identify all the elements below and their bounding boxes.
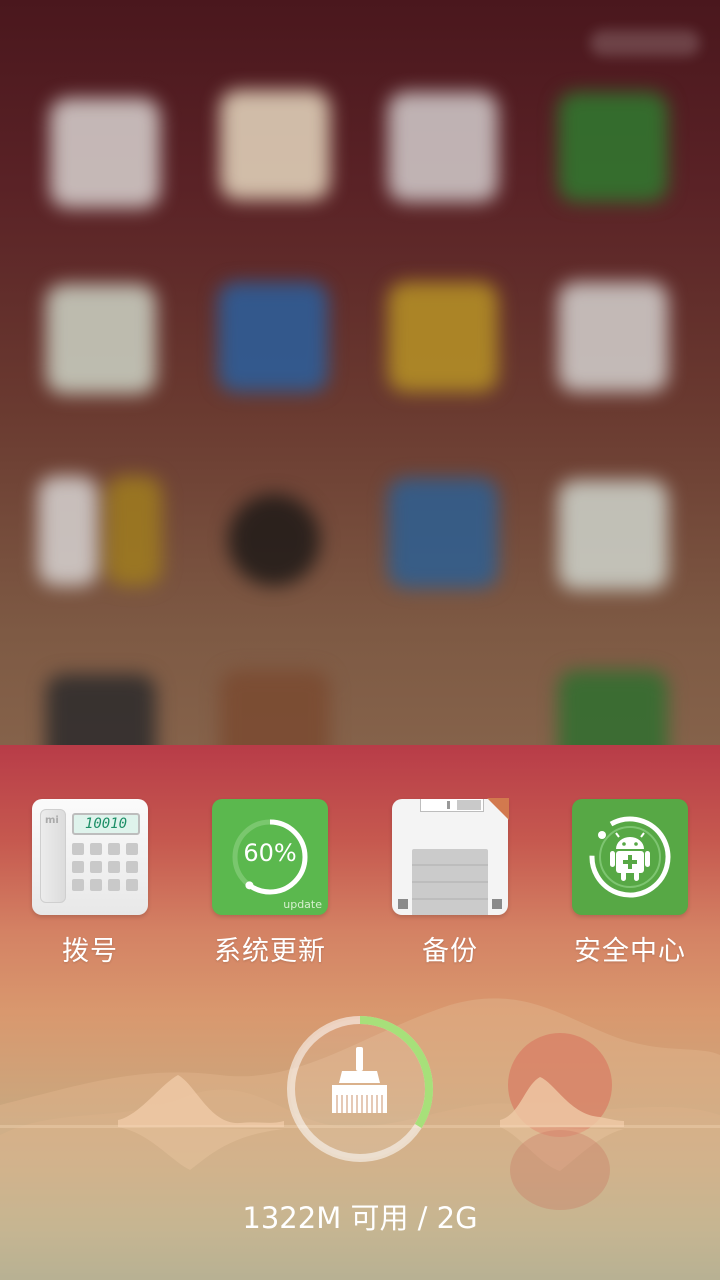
app-backup[interactable]: 备份 — [380, 798, 520, 968]
dialer-keypad — [72, 843, 138, 891]
update-caption: update — [283, 898, 322, 911]
floppy-shutter — [420, 799, 484, 812]
quick-panel: mi 10010 拨号 60% update 系统更新 备份 安全中心 1322… — [0, 745, 720, 1280]
blurred-app-icon — [558, 92, 668, 202]
blurred-app-icon — [228, 494, 320, 586]
floppy-hole — [398, 899, 408, 909]
update-percent: 60% — [243, 839, 297, 867]
floppy-label — [412, 849, 488, 915]
app-dialer[interactable]: mi 10010 拨号 — [20, 799, 160, 968]
app-label: 备份 — [422, 936, 478, 967]
floppy-hole — [492, 899, 502, 909]
app-label: 系统更新 — [214, 936, 326, 967]
blurred-app-icon — [46, 674, 156, 745]
blurred-app-icon — [388, 478, 498, 588]
system-update-icon: 60% update — [212, 799, 328, 915]
blurred-app-icon — [388, 92, 498, 202]
phone-dialer-icon: mi 10010 — [32, 799, 148, 915]
floppy-backup-icon — [392, 798, 509, 915]
memory-status-text: 1322M 可用 / 2G — [242, 1201, 478, 1235]
blurred-app-icon — [558, 670, 668, 745]
brand-mark: mi — [45, 815, 59, 826]
android-shield-icon — [589, 816, 671, 898]
security-center-icon — [572, 799, 688, 915]
blurred-app-icon — [220, 670, 330, 745]
blurred-app-icon — [220, 90, 330, 200]
home-screen-background — [0, 0, 720, 745]
floppy-corner — [487, 798, 509, 820]
blurred-app-icon — [558, 282, 668, 392]
blurred-app-icon — [218, 282, 328, 392]
blurred-app-icon — [50, 98, 160, 208]
memory-ring — [287, 1016, 433, 1162]
app-label: 安全中心 — [574, 936, 686, 967]
blurred-app-icon — [46, 284, 156, 394]
app-security-center[interactable]: 安全中心 — [560, 799, 700, 968]
memory-clean-button[interactable] — [284, 1013, 436, 1165]
dialer-lcd-display: 10010 — [72, 813, 140, 835]
status-bar-blur — [590, 30, 700, 56]
blurred-app-icon — [558, 480, 668, 590]
app-system-update[interactable]: 60% update 系统更新 — [200, 799, 340, 968]
blurred-app-icon — [388, 282, 498, 392]
blurred-app-icon — [106, 476, 162, 586]
blurred-app-icon — [38, 476, 98, 586]
blurred-app-grid — [0, 0, 720, 745]
app-label: 拨号 — [62, 936, 118, 967]
